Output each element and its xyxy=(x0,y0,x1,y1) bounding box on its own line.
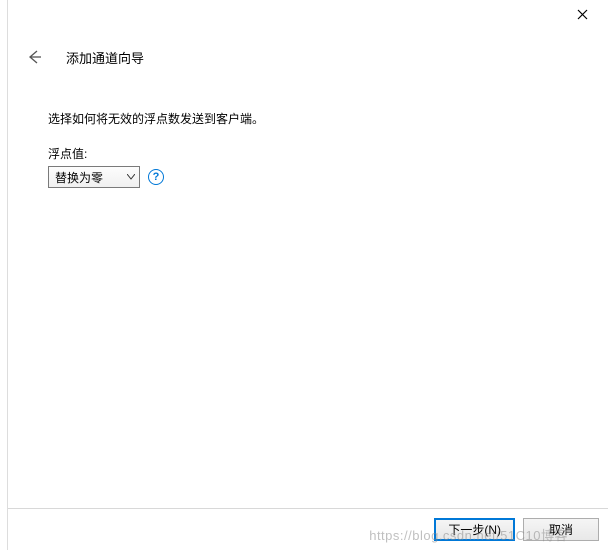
close-icon xyxy=(577,9,588,23)
field-row: 替换为零 ? xyxy=(48,166,568,188)
select-value: 替换为零 xyxy=(55,169,123,186)
back-button[interactable] xyxy=(24,48,44,68)
wizard-title: 添加通道向导 xyxy=(66,48,144,67)
arrow-left-icon xyxy=(26,49,42,68)
content-area: 选择如何将无效的浮点数发送到客户端。 浮点值: 替换为零 ? xyxy=(48,110,568,188)
description-text: 选择如何将无效的浮点数发送到客户端。 xyxy=(48,110,568,127)
cancel-button[interactable]: 取消 xyxy=(523,518,599,541)
footer-bar: 下一步(N) 取消 xyxy=(8,508,608,550)
wizard-dialog: 添加通道向导 选择如何将无效的浮点数发送到客户端。 浮点值: 替换为零 ? 下一… xyxy=(7,0,608,550)
next-button[interactable]: 下一步(N) xyxy=(434,518,515,541)
help-icon[interactable]: ? xyxy=(148,169,164,185)
float-value-label: 浮点值: xyxy=(48,145,568,162)
close-button[interactable] xyxy=(574,8,590,24)
chevron-down-icon xyxy=(123,167,139,187)
float-value-select[interactable]: 替换为零 xyxy=(48,166,140,188)
